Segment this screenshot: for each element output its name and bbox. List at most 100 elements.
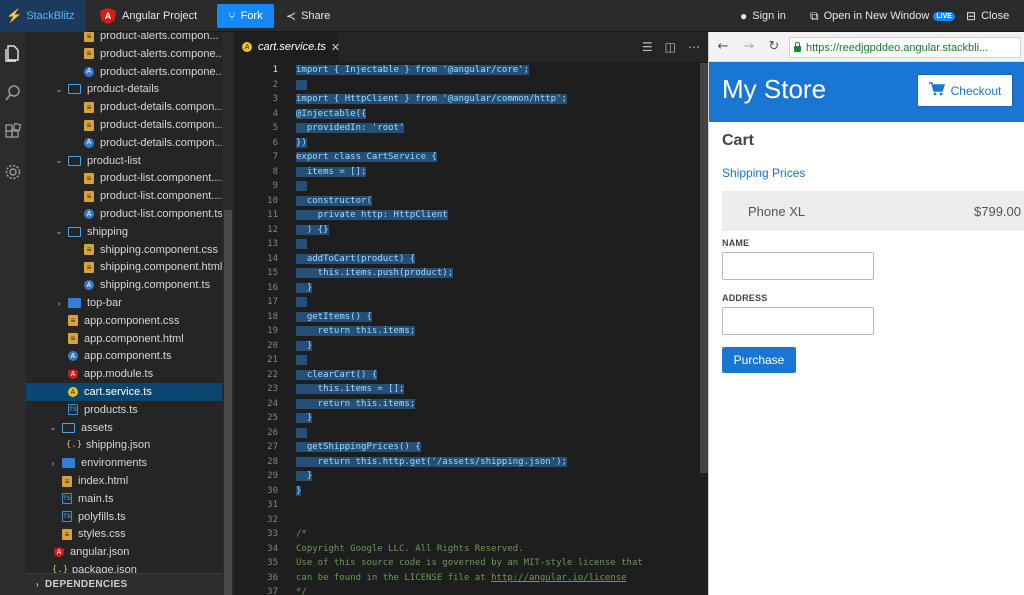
extensions-icon[interactable] (3, 122, 23, 143)
file-label: app.component.html (84, 332, 184, 345)
line-number: 2 (272, 79, 278, 90)
typescript-file-icon: TS (68, 404, 78, 416)
folder-item[interactable]: ⌄ assets (26, 419, 222, 437)
file-item[interactable]: TS products.ts (26, 401, 222, 419)
license-link[interactable]: http://angular.io/license (491, 573, 626, 583)
address-field[interactable] (722, 307, 874, 335)
folder-item[interactable]: ⌄ shipping (26, 223, 222, 241)
format-icon[interactable]: ☰ (642, 40, 653, 54)
file-item[interactable]: ≡ app.component.html (26, 330, 222, 348)
line-number: 25 (267, 413, 278, 423)
code-line: } (296, 339, 313, 354)
checkout-label: Checkout (950, 83, 1002, 98)
code-line: this.items.push(product); (296, 266, 454, 281)
file-item[interactable]: ≡ product-list.component.... (26, 187, 222, 205)
file-item[interactable]: TS main.ts (26, 490, 222, 508)
file-item[interactable]: ≡ product-alerts.compon... (26, 32, 222, 45)
split-editor-icon[interactable]: ◫ (665, 40, 676, 54)
bolt-icon: ⚡ (6, 8, 23, 23)
open-new-window-button[interactable]: ⧉ Open in New Window LIVE (810, 0, 955, 32)
code-line: */ (296, 585, 307, 595)
code-text: }) (296, 137, 307, 148)
forward-arrow-icon[interactable]: → (741, 38, 757, 56)
file-item[interactable]: Aapp.module.ts (26, 365, 222, 383)
reload-icon[interactable]: ↻ (766, 38, 782, 56)
file-label: product-alerts.compon... (100, 32, 219, 42)
shopping-cart-icon (928, 81, 945, 100)
file-label: environments (81, 457, 148, 470)
checkout-button[interactable]: Checkout (917, 74, 1013, 107)
chevron-down-icon: ⌄ (55, 227, 63, 237)
file-item[interactable]: ≡ product-details.compon... (26, 98, 222, 116)
code-line: @Injectable({ (296, 107, 367, 122)
name-field[interactable] (722, 252, 874, 280)
file-item[interactable]: Aapp.component.ts (26, 347, 222, 365)
purchase-button[interactable]: Purchase (722, 347, 796, 373)
close-tab-icon[interactable]: ✕ (331, 41, 340, 54)
file-item[interactable]: Aproduct-list.component.ts (26, 205, 222, 223)
component-file-icon: A (84, 137, 94, 148)
file-item[interactable]: TS polyfills.ts (26, 508, 222, 526)
file-item[interactable]: ≡ product-details.compon... (26, 116, 222, 134)
cart-item-name: Phone XL (748, 203, 806, 219)
more-icon[interactable]: ⋯ (688, 40, 700, 54)
back-arrow-icon[interactable]: ← (715, 38, 731, 56)
file-item[interactable]: ≡ index.html (26, 472, 222, 490)
line-number: 5 (272, 123, 278, 133)
folder-item[interactable]: › top-bar (26, 294, 222, 312)
new-window-icon: ⧉ (810, 8, 819, 23)
folder-item[interactable]: › environments (26, 454, 222, 472)
line-number: 26 (267, 427, 278, 438)
file-item[interactable]: Acart.service.ts (26, 383, 222, 401)
file-label: shipping.component.css (100, 243, 219, 256)
code-text: Copyright Google LLC. All Rights Reserve… (296, 543, 524, 554)
file-item[interactable]: ≡ product-list.component.... (26, 169, 222, 187)
url-bar[interactable]: https://reedjgpddeo.angular.stackbli... (789, 37, 1021, 58)
file-item[interactable]: {.} package.json (26, 561, 222, 573)
store-title[interactable]: My Store (722, 74, 826, 105)
folder-item[interactable]: ⌄ product-list (26, 152, 222, 170)
file-item[interactable]: Aproduct-alerts.compone... (26, 63, 222, 81)
explorer-scrollbar[interactable] (222, 32, 234, 595)
code-line (296, 237, 308, 252)
share-label: Share (301, 10, 331, 22)
explorer-scroll-thumb[interactable] (224, 210, 232, 595)
folder-item[interactable]: ⌄ product-details (26, 80, 222, 98)
dependencies-section[interactable]: › DEPENDENCIES (26, 573, 222, 595)
live-badge: LIVE (933, 11, 955, 21)
file-item[interactable]: Ashipping.component.ts (26, 276, 222, 294)
editor-scroll-thumb[interactable] (700, 63, 708, 473)
share-button[interactable]: ≺ Share (286, 0, 330, 32)
line-number: 22 (267, 369, 278, 380)
close-preview-icon: ⊟ (966, 9, 977, 23)
sign-in-button[interactable]: ● Sign in (740, 0, 786, 32)
code-line: import { HttpClient } from '@angular/com… (296, 92, 567, 107)
folder-open-icon (68, 84, 81, 95)
file-label: assets (81, 421, 113, 434)
file-item[interactable]: {.} shipping.json (26, 436, 222, 454)
open-new-window-label: Open in New Window (823, 10, 930, 22)
code-line: ) {} (296, 223, 329, 238)
file-item[interactable]: ≡ shipping.component.html (26, 258, 222, 276)
file-item[interactable]: ≡ app.component.css (26, 312, 222, 330)
line-number: 29 (267, 471, 278, 481)
file-item[interactable]: ≡ styles.css (26, 525, 222, 543)
close-button[interactable]: ⊟ Close (966, 0, 1009, 32)
project-name[interactable]: A Angular Project (100, 0, 197, 32)
fork-button[interactable]: ⑂ Fork (217, 4, 274, 28)
file-item[interactable]: ≡ product-alerts.compone... (26, 45, 222, 63)
tab-cart-service[interactable]: A cart.service.ts ✕ (234, 32, 340, 62)
stackblitz-logo[interactable]: ⚡ StackBlitz (0, 0, 86, 32)
html-file-icon: ≡ (68, 333, 78, 345)
file-item[interactable]: Aangular.json (26, 543, 222, 561)
file-item[interactable]: ≡ shipping.component.css (26, 241, 222, 259)
code-text (296, 427, 308, 438)
files-icon[interactable] (3, 44, 23, 64)
file-item[interactable]: Aproduct-details.compon... (26, 134, 222, 152)
line-number: 9 (272, 181, 278, 191)
editor-scrollbar[interactable] (700, 63, 708, 595)
shipping-prices-link[interactable]: Shipping Prices (722, 166, 805, 180)
file-explorer: ≡ product-alerts.compon... ≡ product-alerts… (26, 32, 222, 573)
search-icon[interactable] (3, 84, 23, 104)
settings-icon[interactable] (3, 163, 23, 183)
